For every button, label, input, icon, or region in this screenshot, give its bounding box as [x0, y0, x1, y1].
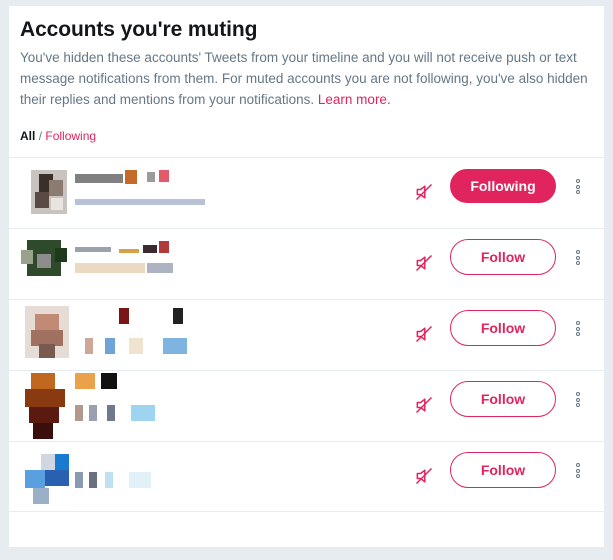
follow-button[interactable]: Follow — [450, 381, 556, 417]
filter-tabs: All / Following — [20, 129, 96, 143]
list-item[interactable]: Follow — [9, 228, 604, 299]
description-text: You've hidden these accounts' Tweets fro… — [20, 50, 588, 107]
list-item[interactable]: Follow — [9, 299, 604, 370]
muted-speaker-icon[interactable] — [414, 324, 434, 344]
page-title: Accounts you're muting — [20, 18, 258, 41]
more-vertical-icon[interactable] — [573, 463, 583, 481]
more-vertical-icon[interactable] — [573, 321, 583, 339]
muted-speaker-icon[interactable] — [414, 395, 434, 415]
account-name[interactable] — [75, 373, 210, 433]
avatar[interactable] — [31, 170, 67, 214]
list-item[interactable]: Follow — [9, 441, 604, 512]
muted-accounts-list: Following Follow Follow Follow Follow — [9, 157, 604, 512]
more-vertical-icon[interactable] — [573, 392, 583, 410]
account-name[interactable] — [75, 168, 210, 220]
muted-speaker-icon[interactable] — [414, 253, 434, 273]
page-description: You've hidden these accounts' Tweets fro… — [20, 47, 600, 110]
filter-following[interactable]: Following — [45, 129, 96, 143]
muted-accounts-panel: Accounts you're muting You've hidden the… — [9, 6, 604, 547]
avatar[interactable] — [21, 240, 69, 276]
account-name[interactable] — [75, 239, 210, 291]
muted-speaker-icon[interactable] — [414, 182, 434, 202]
muted-speaker-icon[interactable] — [414, 466, 434, 486]
more-vertical-icon[interactable] — [573, 179, 583, 197]
avatar[interactable] — [25, 373, 73, 439]
follow-button[interactable]: Follow — [450, 239, 556, 275]
list-item[interactable]: Following — [9, 157, 604, 228]
more-vertical-icon[interactable] — [573, 250, 583, 268]
list-item[interactable]: Follow — [9, 370, 604, 441]
filter-all[interactable]: All — [20, 129, 35, 143]
account-name[interactable] — [75, 308, 210, 362]
following-button[interactable]: Following — [450, 169, 556, 203]
avatar[interactable] — [25, 306, 69, 358]
filter-separator: / — [38, 129, 43, 143]
account-name[interactable] — [75, 452, 210, 504]
follow-button[interactable]: Follow — [450, 310, 556, 346]
follow-button[interactable]: Follow — [450, 452, 556, 488]
learn-more-link[interactable]: Learn more. — [318, 92, 391, 107]
avatar[interactable] — [25, 454, 73, 506]
